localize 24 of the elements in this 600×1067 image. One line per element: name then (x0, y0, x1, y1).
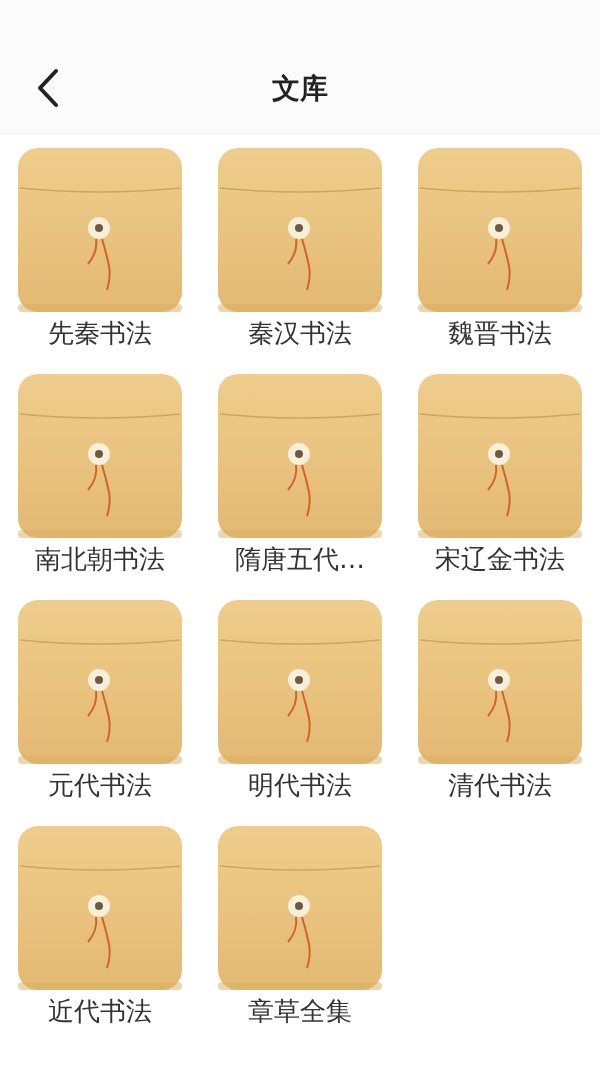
page-title: 文库 (272, 70, 328, 107)
folder-label[interactable]: 先秦书法 (48, 316, 152, 350)
folder-label[interactable]: 隋唐五代… (235, 542, 365, 576)
folder-label[interactable]: 章草全集 (248, 994, 352, 1028)
folder-icon (18, 148, 182, 312)
folder-icon (218, 148, 382, 312)
folder-icon (218, 600, 382, 764)
folder-icon (418, 148, 582, 312)
folder-label[interactable]: 魏晋书法 (448, 316, 552, 350)
folder-label[interactable]: 元代书法 (48, 768, 152, 802)
folder-label[interactable]: 近代书法 (48, 994, 152, 1028)
folder-label[interactable]: 明代书法 (248, 768, 352, 802)
folder-icon (218, 374, 382, 538)
folder-icon (418, 600, 582, 764)
folder-label[interactable]: 南北朝书法 (35, 542, 165, 576)
folder-label[interactable]: 清代书法 (448, 768, 552, 802)
folder-label[interactable]: 秦汉书法 (248, 316, 352, 350)
folder-icon (218, 826, 382, 990)
folder-icon (18, 374, 182, 538)
folder-icon (18, 600, 182, 764)
folder-icon (418, 374, 582, 538)
folder-label[interactable]: 宋辽金书法 (435, 542, 565, 576)
back-icon (36, 68, 60, 108)
folder-icon (18, 826, 182, 990)
